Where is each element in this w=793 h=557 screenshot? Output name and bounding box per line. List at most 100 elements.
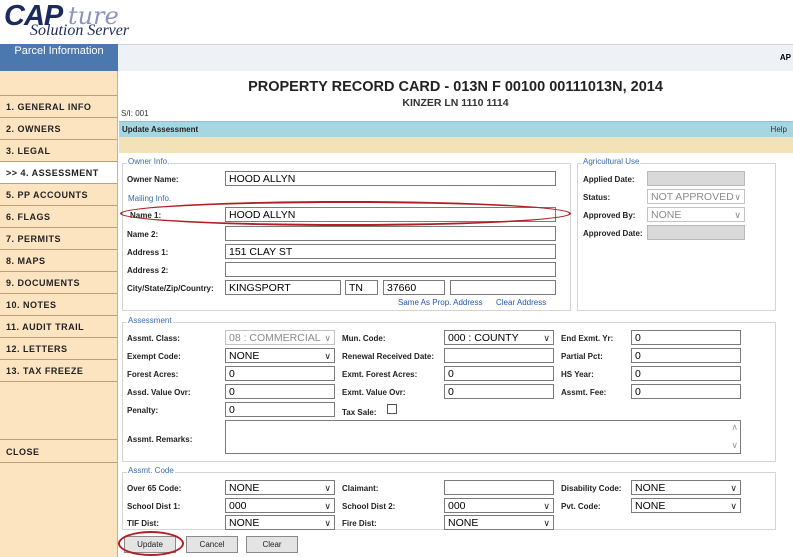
assmt-class-label: Assmt. Class:: [127, 334, 180, 343]
scroll-up-icon[interactable]: ∧: [731, 422, 738, 433]
assessment-legend: Assessment: [127, 316, 173, 325]
sidebar-item-letters[interactable]: 12. LETTERS: [0, 338, 117, 360]
assd-value-ovr-label: Assd. Value Ovr:: [127, 388, 191, 397]
name2-label: Name 2:: [127, 230, 159, 239]
claimant-field[interactable]: [444, 480, 554, 495]
sidebar-bottom-spacer: [0, 463, 117, 557]
pvt-code-select[interactable]: NONE ∨: [631, 498, 741, 513]
hs-year-label: HS Year:: [561, 370, 594, 379]
status-value: NOT APPROVED: [651, 191, 734, 203]
exmt-value-ovr-field[interactable]: 0: [444, 384, 554, 399]
hs-year-field[interactable]: 0: [631, 366, 741, 381]
zip-field[interactable]: 37660: [383, 280, 445, 295]
exmt-forest-acres-label: Exmt. Forest Acres:: [342, 370, 418, 379]
over-65-code-value: NONE: [229, 482, 260, 494]
end-exmt-yr-label: End Exmt. Yr:: [561, 334, 614, 343]
sidebar-close[interactable]: CLOSE: [0, 441, 117, 463]
school-dist-1-value: 000: [229, 500, 247, 512]
sidebar-item-assessment[interactable]: >> 4. ASSESSMENT: [0, 162, 117, 184]
chevron-down-icon: ∨: [324, 351, 331, 361]
sidebar-item-notes[interactable]: 10. NOTES: [0, 294, 117, 316]
sidebar-item-legal[interactable]: 3. LEGAL: [0, 140, 117, 162]
chevron-down-icon: ∨: [543, 518, 550, 528]
exmt-forest-acres-field[interactable]: 0: [444, 366, 554, 381]
chevron-down-icon: ∨: [543, 333, 550, 343]
penalty-field[interactable]: 0: [225, 402, 335, 417]
assmt-remarks-textarea[interactable]: ∧ ∨: [225, 420, 741, 454]
owner-info-legend: Owner Info.: [127, 157, 171, 166]
clear-button[interactable]: Clear: [246, 536, 298, 553]
clear-address-link[interactable]: Clear Address: [496, 298, 546, 307]
sidebar-item-owners[interactable]: 2. OWNERS: [0, 118, 117, 140]
state-field[interactable]: TN: [345, 280, 378, 295]
partial-pct-field[interactable]: 0: [631, 348, 741, 363]
approved-by-select: NONE ∨: [647, 207, 745, 222]
same-as-prop-address-link[interactable]: Same As Prop. Address: [398, 298, 483, 307]
tab-parcel-information[interactable]: Parcel Information: [0, 44, 118, 71]
address1-label: Address 1:: [127, 248, 169, 257]
renewal-received-date-label: Renewal Received Date:: [342, 352, 435, 361]
exempt-code-value: NONE: [229, 350, 260, 362]
mun-code-value: 000 : COUNTY: [448, 332, 519, 344]
end-exmt-yr-field[interactable]: 0: [631, 330, 741, 345]
sidebar-item-flags[interactable]: 6. FLAGS: [0, 206, 117, 228]
cancel-button[interactable]: Cancel: [186, 536, 238, 553]
applied-date-field: [647, 171, 745, 186]
sidebar-spacer: [0, 382, 117, 440]
top-toolbar: [0, 44, 793, 71]
status-select: NOT APPROVED ∨: [647, 189, 745, 204]
section-subheader-bar: [119, 137, 793, 153]
sidebar-item-maps[interactable]: 8. MAPS: [0, 250, 117, 272]
disability-code-select[interactable]: NONE ∨: [631, 480, 741, 495]
fire-dist-label: Fire Dist:: [342, 519, 377, 528]
logo-subtitle: Solution Server: [30, 22, 130, 39]
help-link[interactable]: Help: [771, 125, 787, 134]
chevron-down-icon: ∨: [734, 210, 741, 220]
chevron-down-icon: ∨: [730, 501, 737, 511]
school-dist-1-label: School Dist 1:: [127, 502, 181, 511]
forest-acres-field[interactable]: 0: [225, 366, 335, 381]
school-dist-1-select[interactable]: 000 ∨: [225, 498, 335, 513]
name2-field[interactable]: [225, 226, 556, 241]
sidebar-item-documents[interactable]: 9. DOCUMENTS: [0, 272, 117, 294]
update-highlight-oval: [118, 531, 184, 556]
chevron-down-icon: ∨: [730, 483, 737, 493]
school-dist-2-select[interactable]: 000 ∨: [444, 498, 554, 513]
exempt-code-select[interactable]: NONE ∨: [225, 348, 335, 363]
address1-field[interactable]: 151 CLAY ST: [225, 244, 556, 259]
assmt-fee-field[interactable]: 0: [631, 384, 741, 399]
chevron-down-icon: ∨: [324, 518, 331, 528]
exempt-code-label: Exempt Code:: [127, 352, 181, 361]
forest-acres-label: Forest Acres:: [127, 370, 179, 379]
owner-name-field[interactable]: HOOD ALLYN: [225, 171, 556, 186]
applied-date-label: Applied Date:: [583, 175, 635, 184]
address2-field[interactable]: [225, 262, 556, 277]
approved-by-value: NONE: [651, 209, 682, 221]
tif-dist-select[interactable]: NONE ∨: [225, 515, 335, 530]
agricultural-use-legend: Agricultural Use: [582, 157, 641, 166]
pvt-code-label: Pvt. Code:: [561, 502, 601, 511]
assmt-class-select: 08 : COMMERCIAL ∨: [225, 330, 335, 345]
section-title: Update Assessment: [122, 125, 199, 134]
sidebar-item-audit-trail[interactable]: 11. AUDIT TRAIL: [0, 316, 117, 338]
assmt-class-value: 08 : COMMERCIAL: [229, 332, 321, 344]
fire-dist-select[interactable]: NONE ∨: [444, 515, 554, 530]
assmt-remarks-label: Assmt. Remarks:: [127, 435, 193, 444]
country-field[interactable]: [450, 280, 556, 295]
sidebar-item-pp-accounts[interactable]: 5. PP ACCOUNTS: [0, 184, 117, 206]
disability-code-value: NONE: [635, 482, 666, 494]
over-65-code-select[interactable]: NONE ∨: [225, 480, 335, 495]
scroll-down-icon[interactable]: ∨: [731, 440, 738, 451]
sidebar-item-permits[interactable]: 7. PERMITS: [0, 228, 117, 250]
assd-value-ovr-field[interactable]: 0: [225, 384, 335, 399]
disability-code-label: Disability Code:: [561, 484, 622, 493]
school-dist-2-label: School Dist 2:: [342, 502, 396, 511]
sidebar-item-tax-freeze[interactable]: 13. TAX FREEZE: [0, 360, 117, 382]
sidebar-item-general-info[interactable]: 1. GENERAL INFO: [0, 96, 117, 118]
renewal-received-date-field[interactable]: [444, 348, 554, 363]
partial-pct-label: Partial Pct:: [561, 352, 603, 361]
assmt-code-legend: Assmt. Code: [127, 466, 175, 475]
tax-sale-checkbox[interactable]: [387, 404, 397, 414]
mun-code-select[interactable]: 000 : COUNTY ∨: [444, 330, 554, 345]
city-field[interactable]: KINGSPORT: [225, 280, 341, 295]
